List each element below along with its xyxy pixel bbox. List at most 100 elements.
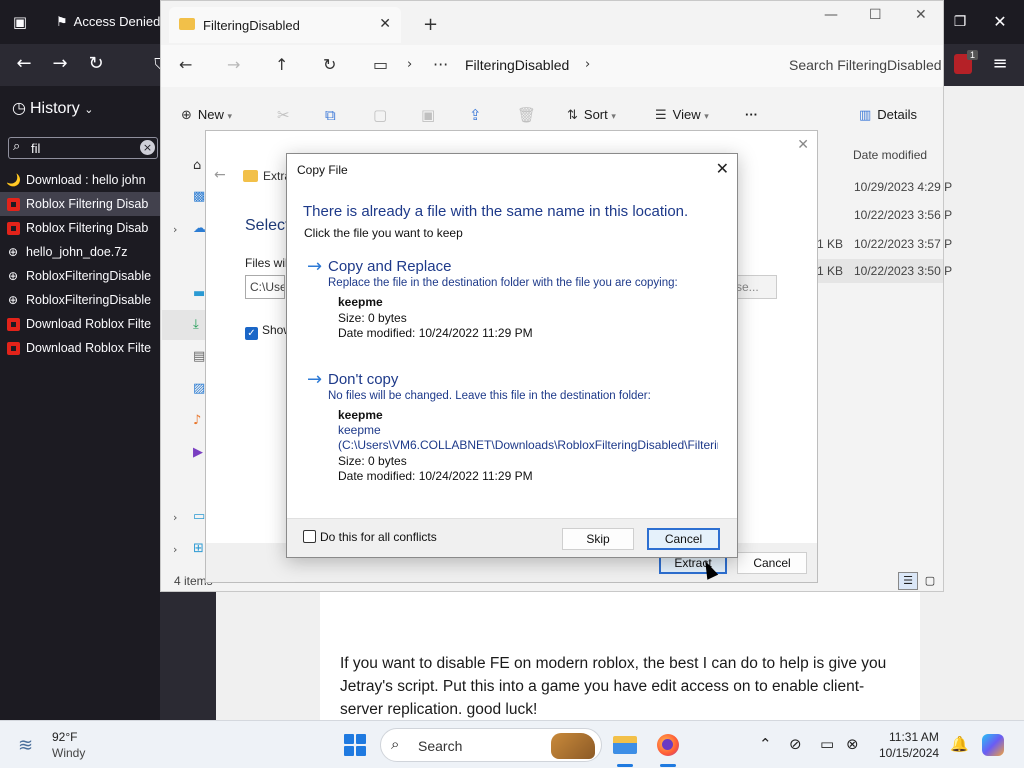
view-button[interactable]: ☰ View ▾: [655, 107, 709, 123]
column-header-date[interactable]: Date modified: [853, 148, 927, 162]
forward-icon[interactable]: →: [227, 55, 240, 74]
chevron-right-icon[interactable]: ›: [585, 57, 590, 72]
more-locations-icon[interactable]: ···: [433, 55, 448, 74]
roblox-icon: [7, 342, 20, 355]
chevron-up-icon[interactable]: ⌃: [759, 735, 772, 753]
wind-icon[interactable]: ≋: [18, 735, 33, 756]
computer-icon[interactable]: ▭: [373, 55, 388, 74]
taskbar-search[interactable]: ⌕ Search: [380, 728, 602, 762]
up-icon[interactable]: ↑: [275, 55, 288, 74]
reload-icon[interactable]: ↻: [82, 50, 110, 78]
list-item[interactable]: ⊕ hello_john_doe.7z: [0, 240, 160, 264]
search-highlight-image: [551, 733, 595, 759]
breadcrumb[interactable]: FilteringDisabled: [465, 57, 569, 73]
more-options-button[interactable]: ···: [745, 107, 758, 122]
close-icon[interactable]: ✕: [797, 137, 809, 153]
dont-copy-option[interactable]: → Don't copy No files will be changed. L…: [307, 370, 727, 485]
cancel-button[interactable]: Cancel: [737, 552, 807, 574]
taskbar: ≋ 92°F Windy ⌕ Search ⌃ ⊘ ▭ ⊗ 11:31 AM 1…: [0, 720, 1024, 768]
file-link[interactable]: keepme: [338, 423, 718, 437]
back-icon[interactable]: ←: [10, 50, 38, 78]
details-pane-icon: ▥: [859, 108, 872, 123]
clock-time[interactable]: 11:31 AM: [889, 730, 939, 744]
list-item[interactable]: ⊕ RobloxFilteringDisable: [0, 288, 160, 312]
extension-badge: 1: [966, 50, 978, 60]
details-view-icon[interactable]: ☰: [898, 572, 918, 590]
copilot-icon[interactable]: [982, 734, 1004, 756]
tab-overview-icon[interactable]: ▣: [6, 8, 34, 36]
minimize-icon[interactable]: —: [824, 7, 838, 23]
ublock-icon[interactable]: 1: [954, 50, 978, 74]
display-icon[interactable]: ▭: [820, 735, 834, 753]
copy-icon[interactable]: ⧉: [325, 106, 336, 124]
back-icon[interactable]: ←: [214, 167, 226, 183]
destination-path-input[interactable]: C:\Users: [245, 275, 285, 299]
explorer-tab[interactable]: FilteringDisabled ✕: [169, 7, 401, 43]
list-item[interactable]: Download Roblox Filte: [0, 312, 160, 336]
details-button[interactable]: ▥ Details: [859, 107, 917, 123]
file-path: (C:\Users\VM6.COLLABNET\Downloads\Roblox…: [338, 438, 718, 452]
list-item[interactable]: Download Roblox Filte: [0, 336, 160, 360]
list-item[interactable]: Roblox Filtering Disab: [0, 216, 160, 240]
sort-button[interactable]: ⇅ Sort ▾: [567, 107, 616, 123]
clear-search-icon[interactable]: ×: [140, 140, 155, 155]
close-icon[interactable]: ✕: [716, 159, 729, 178]
browser-tab[interactable]: ⚑ Access Denied: [46, 6, 160, 38]
file-explorer-taskbar-icon[interactable]: [609, 729, 641, 767]
maximize-icon[interactable]: ☐: [869, 7, 882, 23]
new-button[interactable]: ⊕ New ▾: [181, 107, 232, 123]
roblox-icon: [7, 198, 20, 211]
skip-button[interactable]: Skip: [562, 528, 634, 550]
search-icon: ⌕: [391, 735, 400, 753]
windows-start-icon[interactable]: [344, 734, 366, 756]
refresh-icon[interactable]: ↻: [323, 55, 336, 74]
weather-temperature[interactable]: 92°F: [52, 730, 77, 744]
files-label: Files will: [245, 256, 291, 270]
sort-icon: ⇅: [567, 108, 578, 123]
close-icon[interactable]: ✕: [915, 7, 927, 23]
checkbox[interactable]: [303, 530, 316, 543]
file-date-modified: Date modified: 10/24/2022 11:29 PM: [338, 326, 533, 340]
option-description: Replace the file in the destination fold…: [328, 277, 678, 289]
history-title[interactable]: ◷ History ⌄: [12, 98, 93, 118]
search-input[interactable]: Search FilteringDisabled: [789, 57, 942, 73]
forward-icon[interactable]: →: [46, 50, 74, 78]
firefox-taskbar-icon[interactable]: [652, 729, 684, 767]
weather-description[interactable]: Windy: [52, 746, 85, 760]
chevron-right-icon[interactable]: ›: [173, 543, 187, 557]
list-item[interactable]: 🌙 Download : hello john: [0, 168, 160, 192]
restore-window-icon[interactable]: ❐: [946, 8, 974, 36]
accessibility-icon[interactable]: ⊗: [846, 735, 859, 753]
cut-icon[interactable]: ✂: [277, 106, 290, 124]
list-item[interactable]: ⊕ RobloxFilteringDisable: [0, 264, 160, 288]
all-conflicts-checkbox[interactable]: Do this for all conflicts: [303, 530, 437, 544]
new-tab-icon[interactable]: +: [423, 14, 438, 35]
copy-and-replace-option[interactable]: → Copy and Replace Replace the file in t…: [307, 257, 727, 347]
chevron-right-icon[interactable]: ›: [173, 223, 187, 237]
chevron-right-icon[interactable]: ›: [173, 511, 187, 525]
close-tab-icon[interactable]: ✕: [379, 16, 391, 32]
list-item[interactable]: Roblox Filtering Disab: [0, 192, 160, 216]
browser-tab-label: Access Denied: [73, 14, 160, 29]
paste-icon[interactable]: ▢: [373, 106, 387, 124]
blocked-site-icon: ⚑: [56, 15, 68, 30]
network-off-icon[interactable]: ⊘: [789, 735, 802, 753]
roblox-icon: [7, 318, 20, 331]
close-window-icon[interactable]: ✕: [986, 8, 1014, 36]
delete-icon[interactable]: 🗑: [517, 106, 536, 124]
notification-bell-icon[interactable]: 🔔: [950, 735, 969, 753]
show-files-checkbox[interactable]: ✓ Show: [245, 323, 292, 340]
tiles-view-icon[interactable]: ▢: [920, 572, 940, 590]
cancel-button[interactable]: Cancel: [647, 528, 720, 550]
chevron-down-icon: ▾: [611, 111, 616, 121]
clock-date[interactable]: 10/15/2024: [879, 746, 939, 760]
menu-icon[interactable]: ≡: [986, 50, 1014, 78]
history-search-input[interactable]: ⌕ fil ×: [8, 137, 158, 159]
back-icon[interactable]: ←: [179, 55, 192, 74]
rename-icon[interactable]: ▣: [421, 106, 435, 124]
dialog-footer: Do this for all conflicts Skip Cancel: [287, 518, 737, 557]
chevron-down-icon: ⌄: [84, 103, 94, 116]
arrow-right-icon: →: [307, 256, 323, 277]
conflict-subheading: Click the file you want to keep: [304, 226, 463, 240]
share-icon[interactable]: ⇪: [469, 106, 482, 124]
